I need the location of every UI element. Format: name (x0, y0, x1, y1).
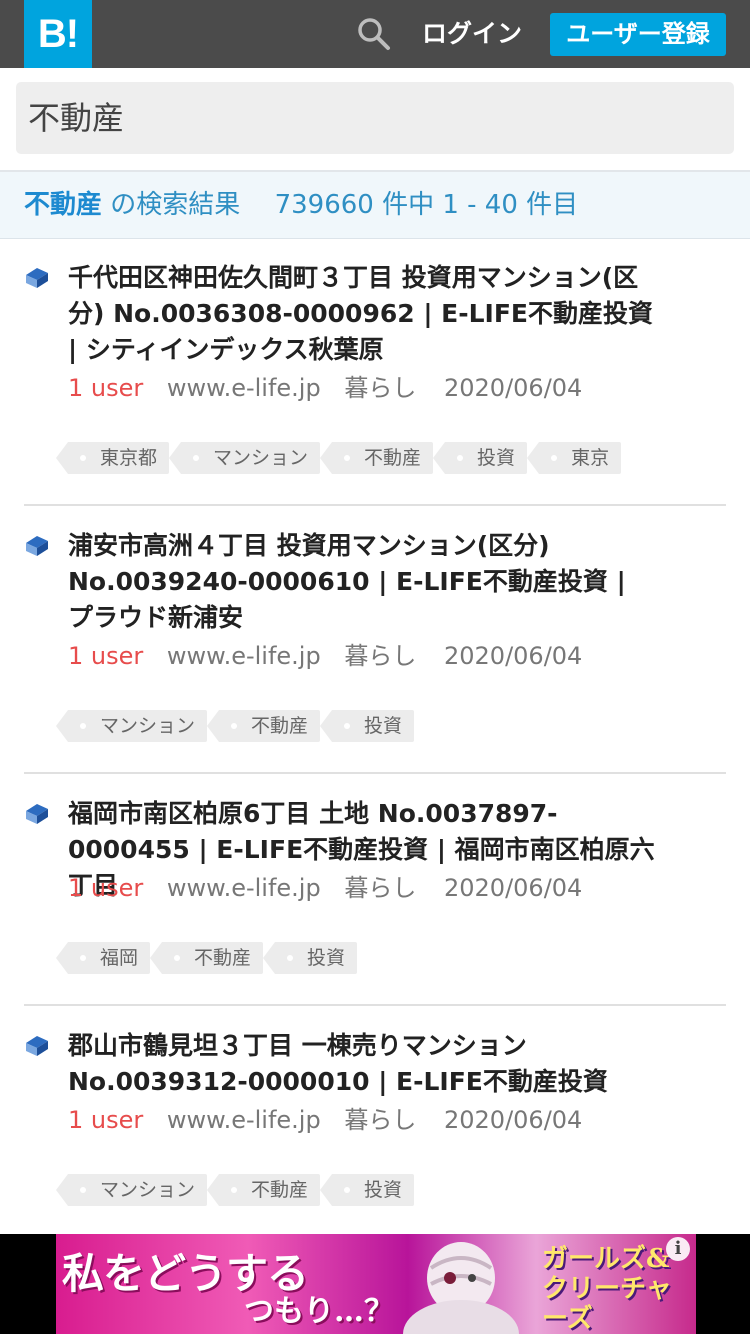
site-favicon-icon (24, 1034, 50, 1058)
entry-tags: マンション 不動産 投資 (55, 710, 426, 742)
entry-date: 2020/06/04 (444, 1106, 583, 1134)
entry-domain-link[interactable]: www.e-life.jp (167, 374, 321, 402)
entry-category-link[interactable]: 暮らし (344, 874, 416, 902)
ad-image[interactable]: 私をどうする つもり…？ ガールズ&クリーチャーズ (56, 1234, 696, 1334)
tag-link[interactable]: 投資 (320, 1174, 415, 1206)
entry-category-link[interactable]: 暮らし (344, 642, 416, 670)
entry-date: 2020/06/04 (444, 374, 583, 402)
site-favicon-icon (24, 266, 50, 290)
tag-link[interactable]: 東京 (527, 442, 622, 474)
entry-users-link[interactable]: 1 user (68, 874, 143, 902)
hatena-logo[interactable]: B! (24, 0, 92, 68)
search-bar: 不動産 (0, 68, 750, 172)
results-suffix: の検索結果 (110, 190, 241, 220)
entry-meta: 1 user www.e-life.jp 暮らし 2020/06/04 (68, 1102, 582, 1138)
tag-link[interactable]: 不動産 (150, 942, 264, 974)
ad-character-illustration (386, 1238, 536, 1334)
register-button[interactable]: ユーザー登録 (550, 13, 726, 56)
list-item: 郡山市鶴見坦３丁目 一棟売りマンション No.0039312-0000010 |… (24, 1006, 726, 1234)
entry-title-link[interactable]: 郡山市鶴見坦３丁目 一棟売りマンション No.0039312-0000010 |… (68, 1028, 658, 1100)
entry-meta: 1 user www.e-life.jp 暮らし 2020/06/04 (68, 870, 582, 906)
ad-banner[interactable]: 私をどうする つもり…？ ガールズ&クリーチャーズ (0, 1234, 750, 1334)
ad-info-icon[interactable]: i (666, 1237, 690, 1261)
tag-link[interactable]: 福岡 (55, 942, 151, 974)
site-favicon-icon (24, 802, 50, 826)
tag-link[interactable]: 不動産 (207, 1174, 321, 1206)
entry-date: 2020/06/04 (444, 642, 583, 670)
entry-meta: 1 user www.e-life.jp 暮らし 2020/06/04 (68, 370, 582, 406)
tag-link[interactable]: 東京都 (55, 442, 170, 474)
tag-link[interactable]: 不動産 (320, 442, 434, 474)
list-item: 千代田区神田佐久間町３丁目 投資用マンション(区分) No.0036308-00… (24, 238, 726, 506)
tag-link[interactable]: 投資 (433, 442, 528, 474)
entry-tags: 福岡 不動産 投資 (55, 942, 369, 974)
search-icon[interactable] (356, 16, 392, 52)
entry-domain-link[interactable]: www.e-life.jp (167, 1106, 321, 1134)
entry-title-link[interactable]: 千代田区神田佐久間町３丁目 投資用マンション(区分) No.0036308-00… (68, 260, 658, 368)
results-keyword: 不動産 (24, 190, 103, 220)
entry-meta: 1 user www.e-life.jp 暮らし 2020/06/04 (68, 638, 582, 674)
list-item: 浦安市高洲４丁目 投資用マンション(区分) No.0039240-0000610… (24, 506, 726, 774)
entry-tags: 東京都 マンション 不動産 投資 東京 (55, 442, 633, 474)
tag-link[interactable]: 不動産 (207, 710, 321, 742)
entry-domain-link[interactable]: www.e-life.jp (167, 642, 321, 670)
results-summary: 不動産 の検索結果 739660 件中 1 - 40 件目 (0, 172, 750, 239)
ad-subline: つもり…？ (244, 1294, 394, 1329)
tag-link[interactable]: 投資 (320, 710, 415, 742)
entry-users-link[interactable]: 1 user (68, 642, 143, 670)
entry-category-link[interactable]: 暮らし (344, 374, 416, 402)
entry-title-link[interactable]: 浦安市高洲４丁目 投資用マンション(区分) No.0039240-0000610… (68, 528, 658, 636)
entry-users-link[interactable]: 1 user (68, 1106, 143, 1134)
app-header: B! ログイン ユーザー登録 (0, 0, 750, 68)
site-favicon-icon (24, 534, 50, 558)
entry-domain-link[interactable]: www.e-life.jp (167, 874, 321, 902)
results-count: 739660 件中 1 - 40 件目 (274, 190, 579, 220)
search-input[interactable]: 不動産 (16, 82, 734, 154)
tag-link[interactable]: 投資 (263, 942, 358, 974)
tag-link[interactable]: マンション (55, 710, 208, 742)
tag-link[interactable]: マンション (169, 442, 321, 474)
tag-link[interactable]: マンション (55, 1174, 208, 1206)
entry-category-link[interactable]: 暮らし (344, 1106, 416, 1134)
list-item: 福岡市南区柏原6丁目 土地 No.0037897-0000455 | E-LIF… (24, 774, 726, 1006)
entry-date: 2020/06/04 (444, 874, 583, 902)
login-link[interactable]: ログイン (422, 0, 522, 68)
entry-tags: マンション 不動産 投資 (55, 1174, 426, 1206)
entry-users-link[interactable]: 1 user (68, 374, 143, 402)
